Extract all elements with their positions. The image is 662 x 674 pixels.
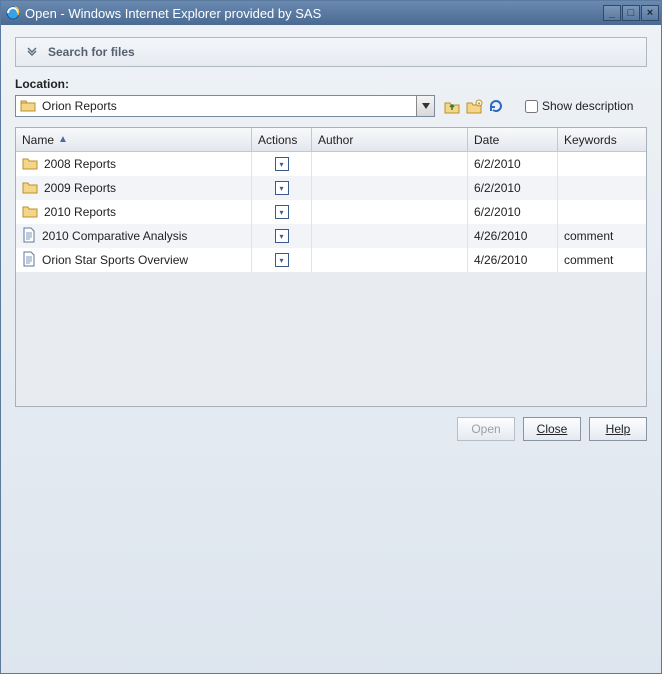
cell-name: 2009 Reports [16,176,252,200]
window-title: Open - Windows Internet Explorer provide… [25,6,602,21]
up-folder-button[interactable] [443,97,461,115]
grid-header: Name ▲ Actions Author Date Keywords [16,128,646,152]
folder-icon [22,156,38,173]
file-name: 2008 Reports [44,157,116,171]
dialog-buttons: Open Close Help [15,417,647,441]
cell-keywords: comment [558,248,646,272]
cell-actions [252,200,312,224]
cell-date: 4/26/2010 [468,248,558,272]
dropdown-arrow-icon [416,96,434,116]
actions-menu-button[interactable] [275,205,289,219]
close-window-button[interactable]: × [641,5,659,21]
document-icon [22,251,36,270]
cell-keywords: comment [558,224,646,248]
document-icon [22,227,36,246]
titlebar: Open - Windows Internet Explorer provide… [1,1,661,25]
cell-date: 4/26/2010 [468,224,558,248]
cell-name: 2010 Reports [16,200,252,224]
search-expander[interactable]: Search for files [15,37,647,67]
cell-actions [252,176,312,200]
show-description-input[interactable] [525,100,538,113]
cell-author [312,176,468,200]
cell-keywords [558,200,646,224]
ie-icon [5,5,21,21]
file-name: 2010 Comparative Analysis [42,229,187,243]
cell-date: 6/2/2010 [468,176,558,200]
location-dropdown[interactable]: Orion Reports [15,95,435,117]
table-row[interactable]: Orion Star Sports Overview 4/26/2010comme… [16,248,646,272]
actions-menu-button[interactable] [275,157,289,171]
show-description-label: Show description [542,99,633,113]
folder-icon [22,204,38,221]
svg-text:★: ★ [477,101,482,107]
cell-name: Orion Star Sports Overview [16,248,252,272]
close-button[interactable]: Close [523,417,581,441]
location-selected-text: Orion Reports [40,99,416,113]
new-folder-button[interactable]: ★ [465,97,483,115]
show-description-checkbox[interactable]: Show description [521,97,633,116]
table-row[interactable]: 2008 Reports 6/2/2010 [16,152,646,176]
cell-actions [252,248,312,272]
file-name: Orion Star Sports Overview [42,253,188,267]
search-label: Search for files [48,45,135,59]
actions-menu-button[interactable] [275,229,289,243]
table-row[interactable]: 2009 Reports 6/2/2010 [16,176,646,200]
cell-author [312,248,468,272]
cell-date: 6/2/2010 [468,152,558,176]
cell-actions [252,152,312,176]
folder-icon [22,180,38,197]
file-grid: Name ▲ Actions Author Date Keywords 2008… [15,127,647,407]
folder-open-icon [20,98,36,115]
actions-menu-button[interactable] [275,253,289,267]
column-header-actions[interactable]: Actions [252,128,312,151]
open-button: Open [457,417,515,441]
chevron-down-icon [26,45,38,60]
cell-actions [252,224,312,248]
column-header-name[interactable]: Name ▲ [16,128,252,151]
file-name: 2009 Reports [44,181,116,195]
column-header-keywords[interactable]: Keywords [558,128,646,151]
help-button[interactable]: Help [589,417,647,441]
cell-date: 6/2/2010 [468,200,558,224]
location-label: Location: [15,77,647,91]
cell-keywords [558,176,646,200]
cell-name: 2008 Reports [16,152,252,176]
file-name: 2010 Reports [44,205,116,219]
table-row[interactable]: 2010 Reports 6/2/2010 [16,200,646,224]
cell-author [312,200,468,224]
maximize-button[interactable]: □ [622,5,640,21]
actions-menu-button[interactable] [275,181,289,195]
minimize-button[interactable]: _ [603,5,621,21]
sort-ascending-icon: ▲ [58,134,68,145]
cell-author [312,152,468,176]
location-toolbar: ★ [443,97,505,115]
table-row[interactable]: 2010 Comparative Analysis 4/26/2010commen… [16,224,646,248]
dialog-client-area: Search for files Location: Orion Reports… [1,25,661,673]
grid-body: 2008 Reports 6/2/2010 2009 Reports 6/2/2010… [16,152,646,406]
cell-author [312,224,468,248]
cell-name: 2010 Comparative Analysis [16,224,252,248]
column-header-date[interactable]: Date [468,128,558,151]
refresh-button[interactable] [487,97,505,115]
cell-keywords [558,152,646,176]
location-row: Orion Reports ★ Show description [15,95,647,117]
window-controls: _ □ × [602,5,659,21]
column-header-author[interactable]: Author [312,128,468,151]
open-dialog-window: Open - Windows Internet Explorer provide… [0,0,662,674]
